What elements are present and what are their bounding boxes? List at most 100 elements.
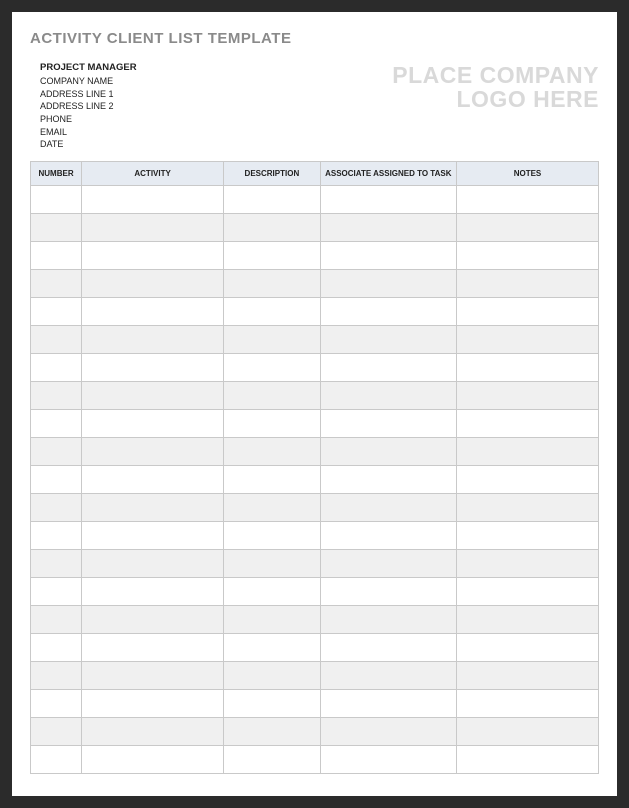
cell-notes[interactable]: [456, 381, 598, 409]
cell-number[interactable]: [31, 577, 82, 605]
cell-notes[interactable]: [456, 605, 598, 633]
cell-number[interactable]: [31, 745, 82, 773]
cell-number[interactable]: [31, 633, 82, 661]
cell-activity[interactable]: [82, 521, 224, 549]
cell-activity[interactable]: [82, 577, 224, 605]
cell-activity[interactable]: [82, 353, 224, 381]
cell-activity[interactable]: [82, 185, 224, 213]
cell-number[interactable]: [31, 493, 82, 521]
cell-description[interactable]: [224, 325, 321, 353]
cell-associate[interactable]: [320, 465, 456, 493]
cell-number[interactable]: [31, 437, 82, 465]
cell-associate[interactable]: [320, 521, 456, 549]
cell-description[interactable]: [224, 381, 321, 409]
cell-associate[interactable]: [320, 353, 456, 381]
cell-associate[interactable]: [320, 605, 456, 633]
cell-associate[interactable]: [320, 213, 456, 241]
cell-notes[interactable]: [456, 185, 598, 213]
cell-activity[interactable]: [82, 689, 224, 717]
cell-number[interactable]: [31, 381, 82, 409]
cell-description[interactable]: [224, 465, 321, 493]
cell-description[interactable]: [224, 633, 321, 661]
cell-notes[interactable]: [456, 521, 598, 549]
cell-number[interactable]: [31, 185, 82, 213]
cell-number[interactable]: [31, 353, 82, 381]
cell-description[interactable]: [224, 605, 321, 633]
cell-activity[interactable]: [82, 297, 224, 325]
cell-notes[interactable]: [456, 689, 598, 717]
cell-associate[interactable]: [320, 185, 456, 213]
cell-associate[interactable]: [320, 325, 456, 353]
cell-number[interactable]: [31, 213, 82, 241]
cell-notes[interactable]: [456, 549, 598, 577]
cell-description[interactable]: [224, 269, 321, 297]
cell-activity[interactable]: [82, 325, 224, 353]
cell-description[interactable]: [224, 661, 321, 689]
cell-notes[interactable]: [456, 745, 598, 773]
cell-number[interactable]: [31, 689, 82, 717]
cell-description[interactable]: [224, 213, 321, 241]
cell-number[interactable]: [31, 241, 82, 269]
cell-activity[interactable]: [82, 269, 224, 297]
cell-number[interactable]: [31, 269, 82, 297]
cell-activity[interactable]: [82, 605, 224, 633]
cell-description[interactable]: [224, 745, 321, 773]
cell-associate[interactable]: [320, 633, 456, 661]
cell-associate[interactable]: [320, 437, 456, 465]
cell-description[interactable]: [224, 185, 321, 213]
cell-number[interactable]: [31, 325, 82, 353]
cell-activity[interactable]: [82, 493, 224, 521]
cell-description[interactable]: [224, 689, 321, 717]
cell-associate[interactable]: [320, 241, 456, 269]
cell-description[interactable]: [224, 409, 321, 437]
cell-notes[interactable]: [456, 241, 598, 269]
cell-description[interactable]: [224, 353, 321, 381]
cell-description[interactable]: [224, 437, 321, 465]
cell-number[interactable]: [31, 521, 82, 549]
cell-associate[interactable]: [320, 661, 456, 689]
cell-activity[interactable]: [82, 661, 224, 689]
cell-activity[interactable]: [82, 549, 224, 577]
cell-description[interactable]: [224, 241, 321, 269]
cell-associate[interactable]: [320, 549, 456, 577]
cell-notes[interactable]: [456, 465, 598, 493]
cell-activity[interactable]: [82, 381, 224, 409]
cell-activity[interactable]: [82, 213, 224, 241]
cell-associate[interactable]: [320, 381, 456, 409]
cell-notes[interactable]: [456, 577, 598, 605]
cell-description[interactable]: [224, 577, 321, 605]
cell-notes[interactable]: [456, 633, 598, 661]
cell-associate[interactable]: [320, 493, 456, 521]
cell-notes[interactable]: [456, 661, 598, 689]
cell-associate[interactable]: [320, 745, 456, 773]
cell-associate[interactable]: [320, 409, 456, 437]
cell-activity[interactable]: [82, 633, 224, 661]
cell-number[interactable]: [31, 297, 82, 325]
cell-notes[interactable]: [456, 437, 598, 465]
cell-associate[interactable]: [320, 269, 456, 297]
cell-activity[interactable]: [82, 745, 224, 773]
cell-description[interactable]: [224, 493, 321, 521]
cell-notes[interactable]: [456, 409, 598, 437]
cell-activity[interactable]: [82, 465, 224, 493]
cell-associate[interactable]: [320, 297, 456, 325]
cell-number[interactable]: [31, 549, 82, 577]
cell-description[interactable]: [224, 297, 321, 325]
cell-notes[interactable]: [456, 493, 598, 521]
cell-number[interactable]: [31, 717, 82, 745]
cell-notes[interactable]: [456, 213, 598, 241]
cell-notes[interactable]: [456, 269, 598, 297]
cell-associate[interactable]: [320, 717, 456, 745]
cell-activity[interactable]: [82, 241, 224, 269]
cell-notes[interactable]: [456, 717, 598, 745]
cell-associate[interactable]: [320, 577, 456, 605]
cell-description[interactable]: [224, 717, 321, 745]
cell-activity[interactable]: [82, 717, 224, 745]
cell-associate[interactable]: [320, 689, 456, 717]
cell-description[interactable]: [224, 549, 321, 577]
cell-notes[interactable]: [456, 353, 598, 381]
cell-notes[interactable]: [456, 297, 598, 325]
cell-number[interactable]: [31, 605, 82, 633]
cell-description[interactable]: [224, 521, 321, 549]
cell-number[interactable]: [31, 409, 82, 437]
